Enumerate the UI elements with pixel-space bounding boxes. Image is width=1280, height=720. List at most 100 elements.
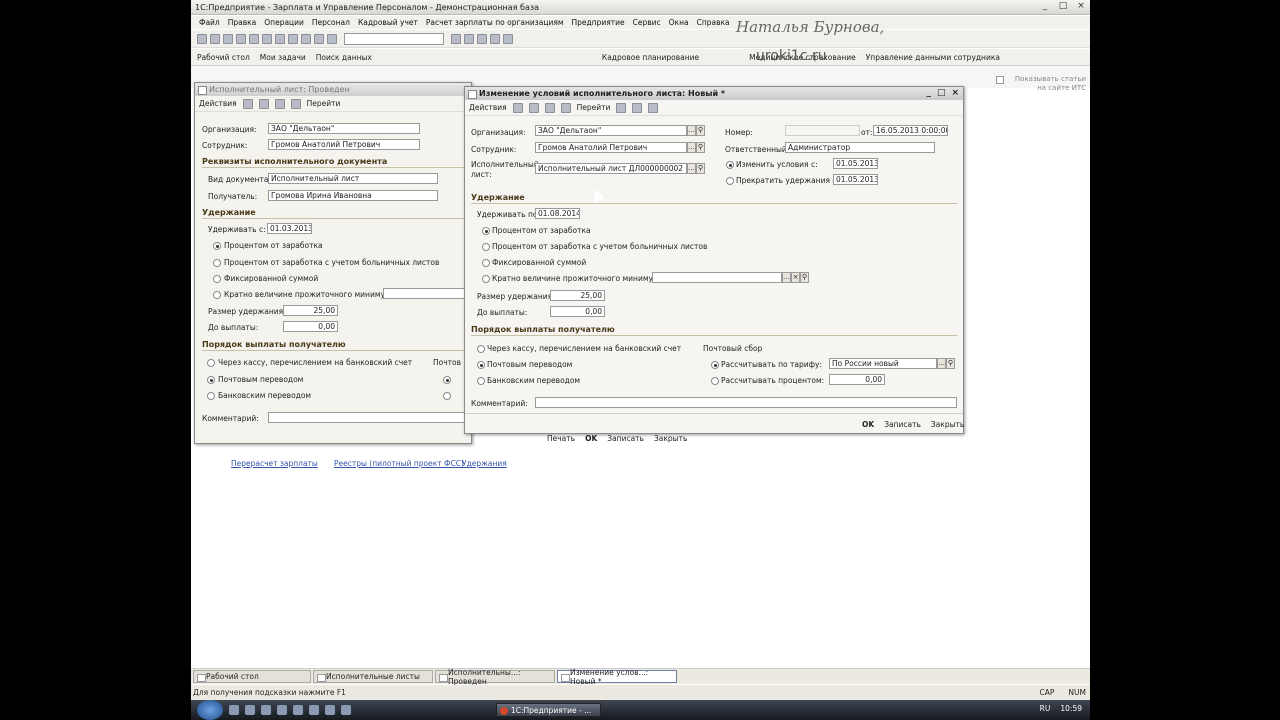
cut-icon[interactable] [236,33,246,44]
copy-icon[interactable] [249,33,259,44]
quicklaunch-icon[interactable] [293,705,303,715]
start-button[interactable] [197,700,223,720]
select-icon[interactable]: … [687,163,696,174]
checkbox[interactable] [996,76,1004,84]
quicklaunch-icon[interactable] [229,705,239,715]
ok-button[interactable]: OK [862,420,874,429]
until-date-field[interactable]: 01.08.2014 [535,208,580,219]
radio-pct[interactable] [711,377,719,385]
org-field[interactable]: ЗАО "Дельтаон" [535,125,687,136]
menu-service[interactable]: Сервис [633,18,661,27]
close-icon[interactable]: × [1076,1,1086,11]
minimize-icon[interactable]: _ [1040,1,1050,11]
tool-icon[interactable] [648,102,659,113]
select-icon[interactable]: … [687,142,696,153]
actions-menu[interactable]: Действия [199,99,237,108]
maximize-icon[interactable]: □ [937,88,946,98]
wintab-change[interactable]: Изменение услов...: Новый * [557,668,677,686]
comment-field[interactable] [535,397,957,408]
wintab-writ[interactable]: Исполнительны...: Проведен [435,668,555,686]
select-icon[interactable]: … [687,125,696,136]
link-recalc[interactable]: Перерасчет зарплаты [231,459,318,468]
search-icon[interactable]: ⚲ [800,272,809,283]
close-icon[interactable]: × [951,88,959,98]
radio-stop[interactable] [726,177,734,185]
ok-button[interactable]: OK [585,434,597,443]
radio-fixed[interactable] [482,259,490,267]
menu-personnel[interactable]: Персонал [312,18,350,27]
topay-field[interactable]: 0,00 [550,306,605,317]
save-button[interactable]: Записать [884,420,921,429]
close-button[interactable]: Закрыть [931,420,964,429]
radio-percent[interactable] [482,227,490,235]
quicklaunch-icon[interactable] [245,705,255,715]
search-icon[interactable] [327,33,337,44]
clear-icon[interactable]: × [791,272,800,283]
search-icon[interactable]: ⚲ [946,358,955,369]
resp-field[interactable]: Администратор [785,142,935,153]
size-field[interactable]: 25,00 [283,305,338,316]
tool-icon[interactable] [528,102,539,113]
preview-icon[interactable] [288,33,298,44]
minimize-icon[interactable]: _ [926,88,931,98]
recip-field[interactable]: Громова Ирина Ивановна [268,190,438,201]
new-icon[interactable] [197,33,207,44]
menu-edit[interactable]: Правка [228,18,257,27]
os-task-1c[interactable]: 1С:Предприятие - ... [496,703,601,717]
size-field[interactable]: 25,00 [550,290,605,301]
radio-percent[interactable] [213,242,221,250]
desktop-button[interactable]: Рабочий стол [197,53,250,62]
open-icon[interactable] [210,33,220,44]
tool-icon[interactable] [632,102,643,113]
search-icon[interactable]: ⚲ [696,142,705,153]
search-data-button[interactable]: Поиск данных [316,53,372,62]
goto-menu[interactable]: Перейти [307,99,341,108]
save-icon[interactable] [223,33,233,44]
tool-icon[interactable] [258,98,269,109]
from-date-field[interactable]: 01.03.2013 [267,223,312,234]
print-button[interactable]: Печать [547,434,575,443]
quicklaunch-icon[interactable] [277,705,287,715]
menu-payroll[interactable]: Расчет зарплаты по организациям [426,18,564,27]
select-icon[interactable]: … [782,272,791,283]
actions-menu[interactable]: Действия [469,103,507,112]
menu-enterprise[interactable]: Предприятие [572,18,625,27]
radio-percent-sick[interactable] [213,259,221,267]
undo-icon[interactable] [301,33,311,44]
emp-field[interactable]: Громов Анатолий Петрович [268,139,420,150]
doctype-field[interactable]: Исполнительный лист [268,173,438,184]
select-icon[interactable]: … [937,358,946,369]
doc-field[interactable]: Исполнительный лист ДЛ000000002 от 0... [535,163,687,174]
tool-icon[interactable] [274,98,285,109]
radio-minimum[interactable] [482,275,490,283]
radio-bank[interactable] [477,377,485,385]
link-deductions[interactable]: Удержания [462,459,507,468]
topay-field[interactable]: 0,00 [283,321,338,332]
tool-icon[interactable] [242,98,253,109]
paste-icon[interactable] [262,33,272,44]
radio-cash[interactable] [207,359,215,367]
radio-fixed[interactable] [213,275,221,283]
change-date-field[interactable]: 01.05.2013 [833,158,878,169]
goto-menu[interactable]: Перейти [577,103,611,112]
radio-bank[interactable] [207,392,215,400]
tool-icon[interactable] [512,102,523,113]
radio-cash[interactable] [477,345,485,353]
pct-field[interactable]: 0,00 [829,374,885,385]
quicklaunch-icon[interactable] [261,705,271,715]
quicklaunch-icon[interactable] [341,705,351,715]
tool-icon[interactable] [544,102,555,113]
wintab-writs[interactable]: Исполнительные листы [313,670,433,683]
radio-minimum[interactable] [213,291,221,299]
redo-icon[interactable] [314,33,324,44]
wintab-desktop[interactable]: Рабочий стол [193,670,311,683]
emp-field[interactable]: Громов Анатолий Петрович [535,142,687,153]
radio-tariff[interactable] [443,376,451,384]
search-icon[interactable]: ⚲ [696,125,705,136]
org-field[interactable]: ЗАО "Дельтаон" [268,123,420,134]
menu-operations[interactable]: Операции [264,18,304,27]
tool-icon[interactable] [290,98,301,109]
maximize-icon[interactable]: □ [1058,1,1068,11]
lang-indicator[interactable]: RU [1040,704,1051,713]
radio-postal[interactable] [207,376,215,384]
